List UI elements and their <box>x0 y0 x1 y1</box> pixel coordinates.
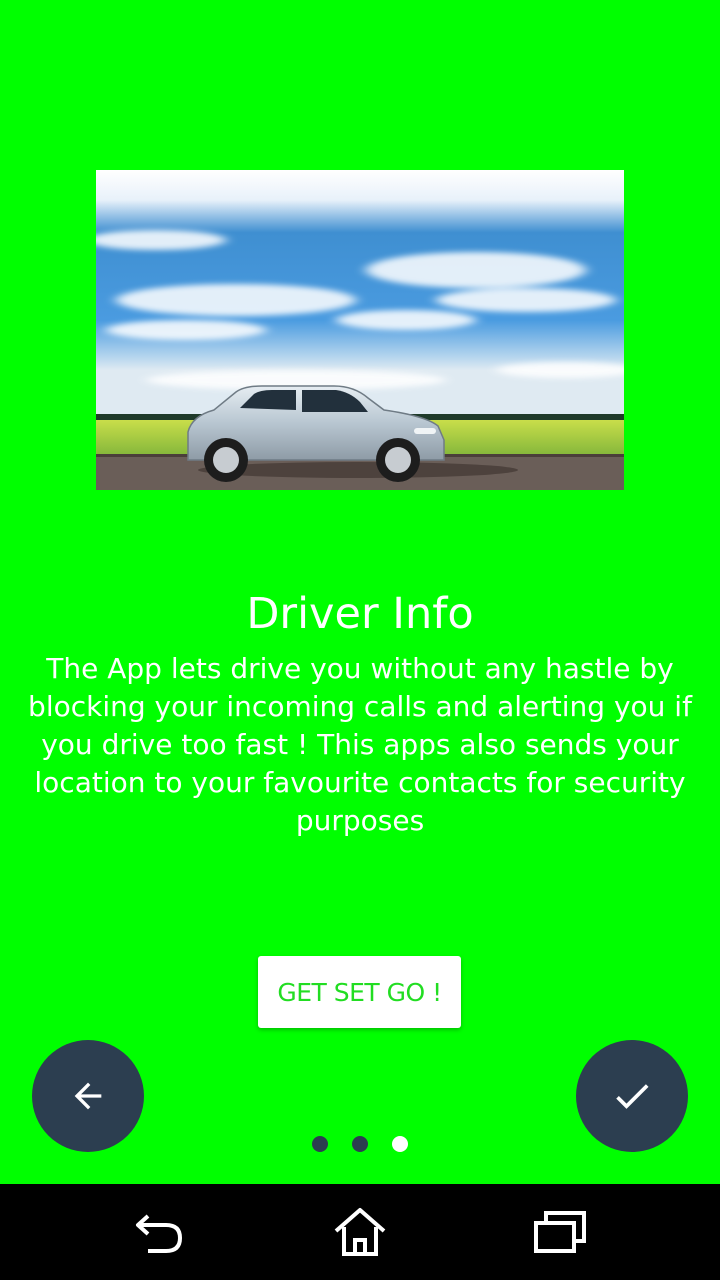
system-back-button[interactable] <box>120 1202 200 1262</box>
arrow-left-icon <box>74 1082 102 1110</box>
recent-apps-icon <box>534 1211 586 1253</box>
hero-image <box>96 170 624 490</box>
slide-title: Driver Info <box>246 589 474 639</box>
system-recent-apps-button[interactable] <box>520 1202 600 1262</box>
page-dot-3-active[interactable] <box>392 1136 408 1152</box>
page-dot-2[interactable] <box>352 1136 368 1152</box>
slide-container: Driver Info The App lets drive you witho… <box>0 0 720 1184</box>
slide-description: The App lets drive you without any hastl… <box>28 652 692 837</box>
back-icon <box>136 1214 183 1253</box>
system-home-button[interactable] <box>320 1202 400 1262</box>
page-dot-1[interactable] <box>312 1136 328 1152</box>
page-indicator <box>312 1134 408 1154</box>
done-button[interactable] <box>576 1040 688 1152</box>
car-illustration <box>96 170 624 490</box>
intro-screen: Driver Info The App lets drive you witho… <box>0 0 720 1280</box>
home-icon <box>334 1208 386 1256</box>
get-set-go-button[interactable]: GET SET GO ! <box>258 956 461 1028</box>
system-navigation-bar <box>0 1184 720 1280</box>
check-icon <box>616 1084 649 1109</box>
previous-slide-button[interactable] <box>32 1040 144 1152</box>
